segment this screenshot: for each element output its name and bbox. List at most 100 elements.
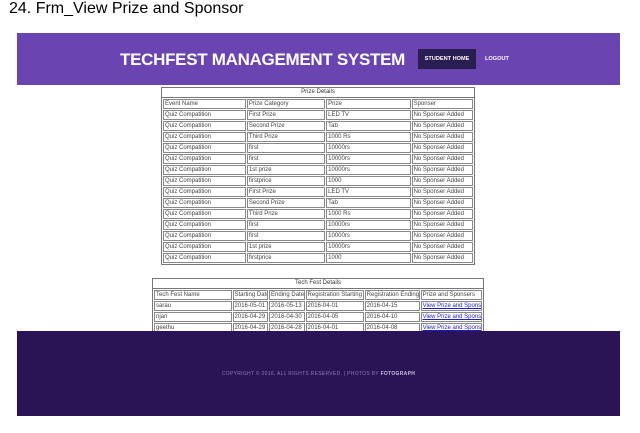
table-cell: 10000rs	[326, 242, 411, 252]
nav-logout-link[interactable]: LOGOUT	[485, 49, 509, 69]
table-cell: Quiz Compatition	[163, 242, 246, 252]
table-cell: No Sponser Added	[411, 143, 473, 153]
column-header: Tech Fest Name	[154, 290, 232, 300]
table-row: Quiz Compatition Third Prize 1000 Rs No Spo…	[163, 132, 473, 142]
table-cell: First Prize	[246, 187, 326, 197]
table-cell: firstprice	[246, 253, 326, 263]
table-cell: first	[246, 154, 326, 164]
photographer-link[interactable]: FOTOGRAPH	[381, 371, 416, 377]
table-cell: 10000rs	[326, 154, 411, 164]
table-cell: No Sponser Added	[411, 253, 473, 263]
table-cell: Third Prize	[246, 132, 326, 142]
table-cell: No Sponser Added	[411, 209, 473, 219]
table-cell: No Sponser Added	[411, 165, 473, 175]
table-cell: 10000rs	[326, 143, 411, 153]
table-row: Quiz Compatition first 10000rs No Sponser A…	[163, 231, 473, 241]
table-cell: 2016-04-10	[364, 312, 420, 322]
table-cell: No Sponser Added	[411, 110, 473, 120]
table-cell: 1000 Rs	[326, 132, 411, 142]
table-row: Quiz Compatition Second Prize Tab No Sponse…	[163, 121, 473, 131]
tech-fest-details-table: Tech Fest Details Tech Fest Name Starting…	[152, 278, 484, 335]
header-bar: TECHFEST MANAGEMENT SYSTEM STUDENT HOME …	[17, 33, 620, 85]
table-cell: No Sponser Added	[411, 121, 473, 131]
table-row: Quiz Compatition First Prize LED TV No Spon…	[163, 187, 473, 197]
table-cell: 2016-04-05	[305, 312, 364, 322]
table-cell: Second Prize	[246, 121, 326, 131]
table-cell: firstprice	[246, 176, 326, 186]
table-cell: Quiz Compatition	[163, 121, 246, 131]
table-cell: No Sponser Added	[411, 154, 473, 164]
table-cell: LED TV	[326, 187, 411, 197]
table-cell: Quiz Compatition	[163, 253, 246, 263]
column-header: Sponser	[411, 99, 473, 109]
table-cell: Quiz Compatition	[163, 231, 246, 241]
table-cell: sarau	[154, 301, 232, 311]
table-cell: No Sponser Added	[411, 231, 473, 241]
table-cell: Tab	[326, 121, 411, 131]
table-cell: Quiz Compatition	[163, 132, 246, 142]
table-row: Quiz Compatition first 10000rs No Sponser A…	[163, 154, 473, 164]
table-row: Quiz Compatition firstprice 1000 No Sponser…	[163, 176, 473, 186]
column-header: Prize Category	[246, 99, 326, 109]
table-cell: 2016-04-01	[305, 301, 364, 311]
table-cell: 1st prize	[246, 242, 326, 252]
column-header: Registration Starting Date	[305, 290, 364, 300]
prize-table-body: Quiz Compatition First Prize LED TV No Spon…	[163, 110, 473, 263]
table-row: Quiz Compatition first 10000rs No Sponser A…	[163, 143, 473, 153]
table-cell: Quiz Compatition	[163, 143, 246, 153]
table-cell: Quiz Compatition	[163, 198, 246, 208]
table-cell: 2016-05-13	[269, 301, 305, 311]
table-row: Quiz Compatition firstprice 1000 No Sponser…	[163, 253, 473, 263]
table-cell: Tab	[326, 198, 411, 208]
table-cell: 10000rs	[326, 231, 411, 241]
table-row: Quiz Compatition Second Prize Tab No Sponse…	[163, 198, 473, 208]
prize-table-caption: Prize Details	[161, 87, 475, 97]
table-row: Quiz Compatition first 10000rs No Sponser A…	[163, 220, 473, 230]
view-prize-and-sponsers-link[interactable]: View Prize and Sponsers	[423, 303, 481, 309]
fest-table-body: sarau 2016-05-01 2016-05-13 2016-04-01 2016-…	[154, 301, 482, 333]
table-cell: first	[246, 231, 326, 241]
table-cell: 1000 Rs	[326, 209, 411, 219]
table-cell: View Prize and Sponsers	[420, 301, 482, 311]
table-cell: njan	[154, 312, 232, 322]
nav-student-home-button[interactable]: STUDENT HOME	[418, 49, 476, 69]
table-cell: Quiz Compatition	[163, 187, 246, 197]
table-cell: LED TV	[326, 110, 411, 120]
table-cell: First Prize	[246, 110, 326, 120]
prize-table-header-row: Event Name Prize Category Prize Sponser	[163, 99, 473, 109]
fest-table-header-row: Tech Fest Name Starting Date Ending Date Re…	[154, 290, 482, 300]
footer: COPYRIGHT © 2016. ALL RIGHTS RESERVED. |…	[17, 331, 620, 416]
table-cell: first	[246, 143, 326, 153]
table-cell: 2016-05-01	[232, 301, 269, 311]
table-cell: 2016-04-15	[364, 301, 420, 311]
table-cell: No Sponser Added	[411, 198, 473, 208]
table-cell: first	[246, 220, 326, 230]
table-cell: Quiz Compatition	[163, 110, 246, 120]
table-cell: Quiz Compatition	[163, 220, 246, 230]
column-header: Prize	[326, 99, 411, 109]
prize-details-table: Prize Details Event Name Prize Category Pr…	[161, 87, 475, 265]
table-cell: View Prize and Sponsers	[420, 312, 482, 322]
table-row: njan 2016-04-29 2016-04-30 2016-04-05 2016-0…	[154, 312, 482, 322]
document-heading: 24. Frm_View Prize and Sponsor	[9, 0, 244, 17]
table-cell: 10000rs	[326, 165, 411, 175]
table-cell: Second Prize	[246, 198, 326, 208]
table-cell: 1st prize	[246, 165, 326, 175]
column-header: Starting Date	[232, 290, 269, 300]
table-cell: No Sponser Added	[411, 220, 473, 230]
copyright-label: COPYRIGHT © 2016. ALL RIGHTS RESERVED. |…	[221, 371, 379, 377]
table-cell: 10000rs	[326, 220, 411, 230]
table-row: Quiz Compatition 1st prize 10000rs No Spons…	[163, 165, 473, 175]
column-header: Prize and Sponsers	[420, 290, 482, 300]
app-window: TECHFEST MANAGEMENT SYSTEM STUDENT HOME …	[17, 33, 620, 416]
table-row: sarau 2016-05-01 2016-05-13 2016-04-01 2016-…	[154, 301, 482, 311]
view-prize-and-sponsers-link[interactable]: View Prize and Sponsers	[423, 314, 481, 320]
table-cell: No Sponser Added	[411, 242, 473, 252]
table-cell: 1000	[326, 176, 411, 186]
column-header: Ending Date	[269, 290, 305, 300]
table-cell: Quiz Compatition	[163, 154, 246, 164]
table-cell: Quiz Compatition	[163, 209, 246, 219]
table-cell: No Sponser Added	[411, 176, 473, 186]
column-header: Registration Ending Date	[364, 290, 420, 300]
table-cell: 2016-04-29	[232, 312, 269, 322]
